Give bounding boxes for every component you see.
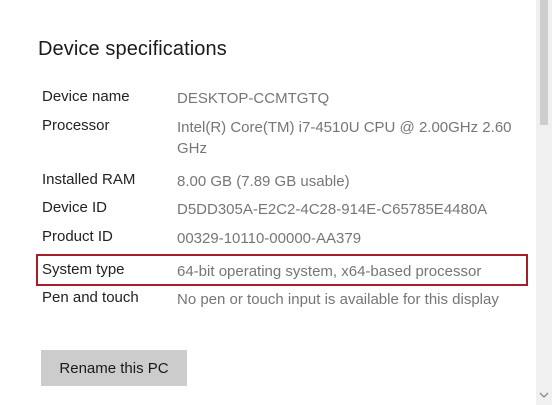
- chevron-down-icon[interactable]: [537, 388, 551, 402]
- spec-value[interactable]: DESKTOP-CCMTGTQ: [177, 88, 525, 109]
- spec-value[interactable]: 8.00 GB (7.89 GB usable): [177, 171, 525, 192]
- spec-value[interactable]: 64-bit operating system, x64-based proce…: [177, 261, 525, 282]
- spec-row-installed-ram: Installed RAM 8.00 GB (7.89 GB usable): [36, 171, 528, 193]
- spec-label: Pen and touch: [42, 289, 139, 306]
- spec-value[interactable]: No pen or touch input is available for t…: [177, 289, 525, 310]
- spec-label: Device name: [42, 88, 130, 105]
- spec-row-product-id: Product ID 00329-10110-00000-AA379: [36, 228, 528, 250]
- spec-label: Product ID: [42, 228, 113, 245]
- rename-pc-button[interactable]: Rename this PC: [41, 350, 187, 386]
- spec-label: Processor: [42, 117, 110, 134]
- section-title: Device specifications: [38, 38, 227, 60]
- scrollbar-thumb[interactable]: [540, 0, 548, 125]
- spec-row-processor: Processor Intel(R) Core(TM) i7-4510U CPU…: [36, 117, 528, 161]
- spec-value[interactable]: 00329-10110-00000-AA379: [177, 228, 525, 249]
- spec-value[interactable]: D5DD305A-E2C2-4C28-914E-C65785E4480A: [177, 199, 525, 220]
- spec-row-device-name: Device name DESKTOP-CCMTGTQ: [36, 88, 528, 110]
- spec-row-device-id: Device ID D5DD305A-E2C2-4C28-914E-C65785…: [36, 199, 528, 221]
- spec-value[interactable]: Intel(R) Core(TM) i7-4510U CPU @ 2.00GHz…: [177, 117, 525, 159]
- spec-row-pen-and-touch: Pen and touch No pen or touch input is a…: [36, 289, 528, 333]
- spec-label: Device ID: [42, 199, 108, 216]
- spec-label: System type: [42, 261, 125, 278]
- spec-label: Installed RAM: [42, 171, 136, 188]
- settings-panel: Device specifications Device name DESKTO…: [0, 0, 536, 405]
- spec-row-system-type: System type 64-bit operating system, x64…: [36, 254, 528, 286]
